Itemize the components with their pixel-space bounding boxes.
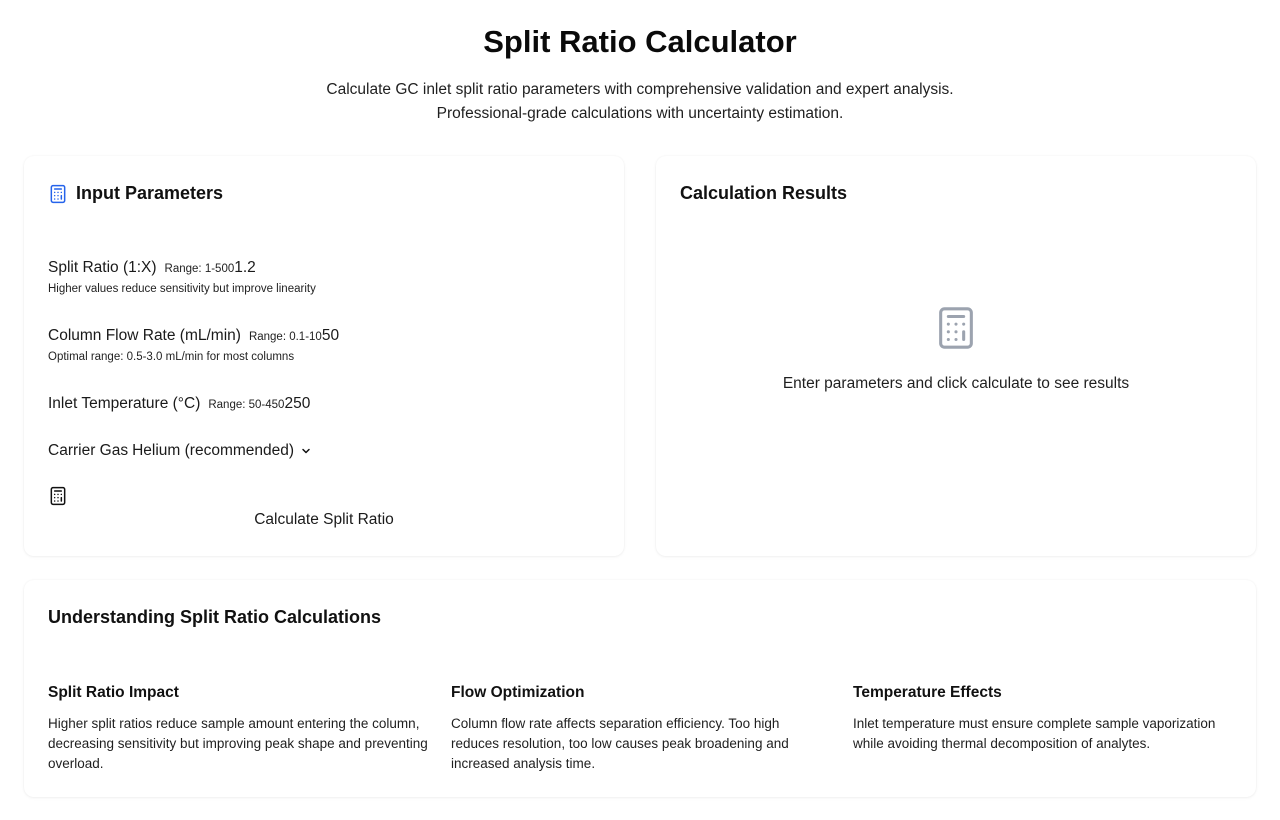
info-body: Inlet temperature must ensure complete s…	[853, 716, 1216, 751]
split-ratio-range: Range: 1-500	[164, 263, 235, 275]
inlet-temperature-field[interactable]: Inlet Temperature (°C) Range: 50-450 250	[48, 395, 310, 413]
info-title: Flow Optimization	[451, 684, 585, 701]
calculation-results-header: Calculation Results	[680, 183, 847, 204]
split-ratio-hint: Higher values reduce sensitivity but imp…	[48, 283, 316, 295]
input-parameters-card: Input Parameters Split Ratio (1:X) Range…	[24, 156, 624, 556]
info-title: Split Ratio Impact	[48, 684, 179, 701]
results-empty-state: Enter parameters and click calculate to …	[656, 304, 1256, 393]
calculate-split-ratio-button[interactable]: Calculate Split Ratio	[48, 486, 600, 534]
split-ratio-input[interactable]: 1.2	[234, 259, 256, 277]
input-parameters-title: Input Parameters	[76, 183, 224, 203]
calculator-icon	[939, 307, 973, 349]
calculator-icon	[50, 184, 66, 203]
split-ratio-field[interactable]: Split Ratio (1:X) Range: 1-500 1.2 Highe…	[48, 259, 316, 295]
info-column-flow: Flow Optimization Column flow rate affec…	[451, 684, 831, 774]
calculation-results-title: Calculation Results	[680, 183, 848, 203]
chevron-down-icon[interactable]	[300, 445, 312, 457]
column-flow-field[interactable]: Column Flow Rate (mL/min) Range: 0.1-10 …	[48, 327, 339, 363]
understanding-card: Understanding Split Ratio Calculations S…	[24, 580, 1256, 797]
carrier-gas-field: Carrier Gas Helium (recommended)	[48, 442, 312, 460]
subtitle-line-2: Professional-grade calculations with unc…	[436, 105, 844, 122]
info-title: Temperature Effects	[853, 684, 1002, 701]
info-column-split-ratio: Split Ratio Impact Higher split ratios r…	[48, 684, 428, 774]
info-body: Column flow rate affects separation effi…	[451, 716, 789, 771]
column-flow-hint: Optimal range: 0.5-3.0 mL/min for most c…	[48, 351, 295, 363]
carrier-gas-select[interactable]: Helium (recommended)	[132, 442, 294, 460]
page: Split Ratio Calculator Calculate GC inle…	[0, 0, 1280, 820]
page-title: Split Ratio Calculator	[483, 24, 797, 59]
calculate-button-label: Calculate Split Ratio	[254, 511, 394, 528]
understanding-header: Understanding Split Ratio Calculations	[48, 607, 381, 628]
inlet-temperature-label: Inlet Temperature (°C)	[48, 395, 201, 412]
inlet-temperature-range: Range: 50-450	[208, 399, 285, 411]
page-subtitle: Calculate GC inlet split ratio parameter…	[0, 78, 1280, 126]
column-flow-label: Column Flow Rate (mL/min)	[48, 327, 241, 344]
results-empty-text: Enter parameters and click calculate to …	[782, 375, 1130, 392]
info-column-temperature: Temperature Effects Inlet temperature mu…	[853, 684, 1233, 754]
column-flow-range: Range: 0.1-10	[248, 331, 322, 343]
carrier-gas-label: Carrier Gas	[48, 442, 129, 459]
info-body: Higher split ratios reduce sample amount…	[48, 716, 428, 771]
input-parameters-header: Input Parameters	[48, 183, 223, 204]
subtitle-line-1: Calculate GC inlet split ratio parameter…	[326, 81, 954, 98]
calculator-icon	[50, 486, 66, 506]
understanding-title: Understanding Split Ratio Calculations	[48, 607, 382, 627]
column-flow-input[interactable]: 50	[322, 327, 339, 345]
split-ratio-label: Split Ratio (1:X)	[48, 259, 157, 276]
calculation-results-card: Calculation Results Enter parameters and…	[656, 156, 1256, 556]
inlet-temperature-input[interactable]: 250	[284, 395, 310, 413]
